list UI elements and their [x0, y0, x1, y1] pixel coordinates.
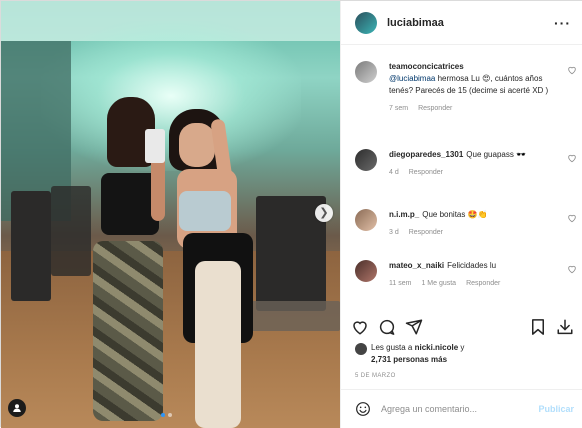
liker-username[interactable]: nicki.nicole	[415, 343, 459, 352]
likes-text: Les gusta a nicki.nicole y 2,731 persona…	[371, 342, 571, 366]
likes-middle: y	[458, 343, 465, 352]
post-side-panel: luciabimaa ··· teamoconcicatrices @lucia…	[340, 1, 582, 428]
photo-phone	[145, 129, 165, 163]
tagged-users-button[interactable]	[8, 399, 26, 417]
comment-meta: 11 sem 1 Me gusta Responder	[389, 278, 555, 290]
photo-person-pants	[93, 241, 163, 421]
heart-icon[interactable]	[567, 213, 577, 223]
comment-icon[interactable]	[378, 318, 396, 336]
comment-author[interactable]: teamoconcicatrices	[389, 62, 464, 71]
comment-meta: 3 d Responder	[389, 227, 555, 239]
download-icon[interactable]	[556, 318, 574, 336]
comment-time[interactable]: 7 sem	[389, 103, 408, 115]
photo-chair	[11, 191, 51, 301]
comment-input[interactable]	[381, 404, 539, 414]
comment-avatar[interactable]	[355, 260, 377, 282]
comment-avatar[interactable]	[355, 209, 377, 231]
comment-author[interactable]: n.i.m.p_	[389, 210, 419, 219]
owner-username[interactable]: luciabimaa	[387, 17, 554, 29]
comment-reply[interactable]: Responder	[409, 227, 443, 239]
comment-author[interactable]: mateo_x_naiki	[389, 261, 444, 270]
likes-prefix: Les gusta a	[371, 343, 415, 352]
emoji-icon[interactable]	[355, 401, 371, 417]
carousel-dot	[168, 413, 172, 417]
post-photo[interactable]: ❯	[1, 1, 340, 428]
photo-person-top	[179, 191, 231, 231]
comment-reply[interactable]: Responder	[418, 103, 452, 115]
comment-body: n.i.m.p_ Que bonitas 🤩👏 3 d Responder	[389, 209, 555, 239]
post-modal: ❯ luciabimaa ··· teamoconcicatrices @luc…	[0, 0, 582, 428]
comment-meta: 4 d Responder	[389, 167, 555, 179]
carousel-indicator	[161, 413, 172, 417]
publish-button[interactable]: Publicar	[538, 404, 574, 414]
more-options-icon[interactable]: ···	[554, 15, 571, 31]
likes-count[interactable]: 2,731 personas más	[371, 355, 447, 364]
user-icon	[13, 404, 21, 412]
comment-text: Felicidades lu	[447, 261, 497, 270]
comment-time[interactable]: 3 d	[389, 227, 399, 239]
comment-time[interactable]: 11 sem	[389, 278, 411, 290]
heart-icon[interactable]	[567, 153, 577, 163]
comment-reply[interactable]: Responder	[466, 278, 500, 290]
carousel-next-button[interactable]: ❯	[315, 204, 333, 222]
post-date[interactable]: 5 DE MARZO	[355, 373, 396, 379]
comment-body: mateo_x_naiki Felicidades lu 11 sem 1 Me …	[389, 260, 555, 290]
comment-likes[interactable]: 1 Me gusta	[421, 278, 456, 290]
comments-list[interactable]: teamoconcicatrices @luciabimaa hermosa L…	[341, 45, 582, 311]
photo-chair	[51, 186, 91, 276]
comment-avatar[interactable]	[355, 149, 377, 171]
photo-person-pants	[195, 261, 241, 428]
comment-mention[interactable]: @luciabimaa	[389, 74, 435, 83]
comment-author[interactable]: diegoparedes_1301	[389, 150, 463, 159]
add-comment-bar: Publicar	[341, 389, 582, 428]
chevron-right-icon: ❯	[319, 206, 329, 219]
comment-body: diegoparedes_1301 Que guapass 🕶️ 4 d Resp…	[389, 149, 555, 179]
post-actions	[341, 314, 582, 340]
comment-reply[interactable]: Responder	[409, 167, 443, 179]
heart-icon[interactable]	[567, 65, 577, 75]
comment-text: Que bonitas 🤩👏	[422, 210, 488, 219]
owner-avatar[interactable]	[355, 11, 377, 34]
heart-icon[interactable]	[351, 318, 369, 336]
comment-body: teamoconcicatrices @luciabimaa hermosa L…	[389, 61, 555, 115]
liker-avatar[interactable]	[355, 343, 367, 355]
bookmark-icon[interactable]	[529, 318, 547, 336]
photo-person-face	[179, 123, 215, 167]
heart-icon[interactable]	[567, 264, 577, 274]
carousel-dot-active	[161, 413, 165, 417]
send-icon[interactable]	[405, 318, 423, 336]
comment-meta: 7 sem Responder	[389, 103, 555, 115]
photo-rug	[241, 301, 340, 331]
comment-text: Que guapass 🕶️	[466, 150, 527, 159]
comment-avatar[interactable]	[355, 61, 377, 83]
post-header: luciabimaa ···	[341, 1, 582, 45]
comment-time[interactable]: 4 d	[389, 167, 399, 179]
